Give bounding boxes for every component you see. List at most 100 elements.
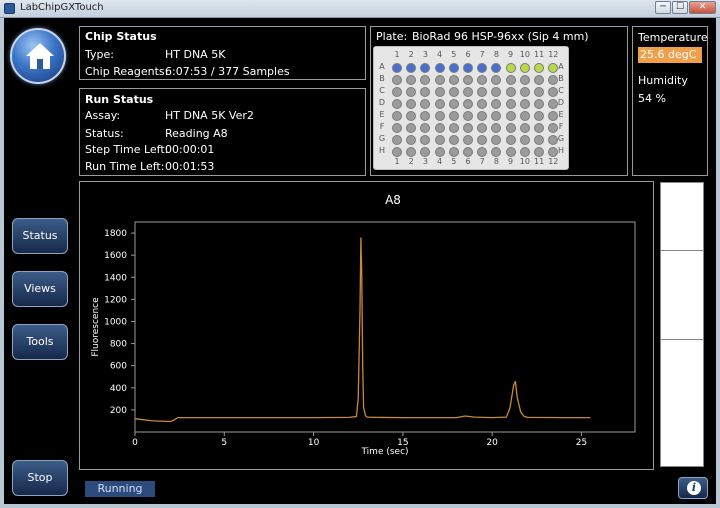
plate-well[interactable]: [463, 111, 473, 121]
plate-well[interactable]: [406, 63, 417, 73]
plate-well[interactable]: [519, 123, 530, 133]
plate-well[interactable]: [505, 123, 516, 133]
plate-well[interactable]: [534, 123, 544, 133]
plate-well[interactable]: [434, 147, 445, 157]
plate-well[interactable]: [505, 99, 516, 109]
plate-well[interactable]: [463, 63, 473, 73]
plate-well[interactable]: [534, 75, 544, 85]
plate-well[interactable]: [448, 123, 459, 133]
plate-well[interactable]: [420, 147, 431, 157]
plate-well[interactable]: [548, 75, 559, 85]
plate-well[interactable]: [463, 87, 473, 97]
plate-well[interactable]: [434, 111, 445, 121]
plate-well[interactable]: [548, 147, 559, 157]
plate-well[interactable]: [434, 75, 445, 85]
plate-well[interactable]: [420, 111, 431, 121]
plate-well[interactable]: [420, 123, 431, 133]
plate-well[interactable]: [420, 87, 431, 97]
plate-well[interactable]: [505, 63, 516, 73]
home-button[interactable]: [10, 28, 66, 84]
plate-well[interactable]: [477, 135, 488, 145]
info-button[interactable]: i: [678, 477, 708, 499]
plate-well[interactable]: [534, 135, 544, 145]
plate-well[interactable]: [448, 63, 459, 73]
plate-well[interactable]: [448, 87, 459, 97]
plate-well[interactable]: [491, 135, 502, 145]
plate-well[interactable]: [434, 99, 445, 109]
status-button[interactable]: Status: [12, 218, 68, 254]
plate-well[interactable]: [477, 63, 488, 73]
plate-well[interactable]: [505, 111, 516, 121]
plate-well[interactable]: [477, 75, 488, 85]
plate-well[interactable]: [505, 135, 516, 145]
plate-well[interactable]: [477, 147, 488, 157]
plate-well[interactable]: [519, 63, 530, 73]
plate-well[interactable]: [534, 87, 544, 97]
plate-well[interactable]: [434, 63, 445, 73]
plate-well[interactable]: [491, 123, 502, 133]
plate-well[interactable]: [548, 135, 559, 145]
plate-well[interactable]: [534, 63, 544, 73]
plate-well[interactable]: [448, 99, 459, 109]
plate-well[interactable]: [420, 135, 431, 145]
plate-well[interactable]: [392, 111, 402, 121]
plate-well[interactable]: [420, 99, 431, 109]
plate-well[interactable]: [406, 135, 417, 145]
plate-well[interactable]: [505, 147, 516, 157]
plate-well[interactable]: [463, 147, 473, 157]
plate-well[interactable]: [477, 123, 488, 133]
plate-well[interactable]: [505, 75, 516, 85]
views-button[interactable]: Views: [12, 271, 68, 307]
plate-well[interactable]: [392, 99, 402, 109]
plate-well[interactable]: [463, 135, 473, 145]
plate-well[interactable]: [491, 99, 502, 109]
stop-button[interactable]: Stop: [12, 460, 68, 496]
plate-well[interactable]: [392, 63, 402, 73]
plate-well[interactable]: [477, 87, 488, 97]
plate-well[interactable]: [491, 87, 502, 97]
plate-well[interactable]: [392, 135, 402, 145]
plate-well[interactable]: [519, 99, 530, 109]
minimize-button[interactable]: ─: [655, 1, 671, 14]
plate-well[interactable]: [406, 75, 417, 85]
plate-well[interactable]: [420, 63, 431, 73]
plate-well[interactable]: [477, 99, 488, 109]
plate-well[interactable]: [477, 111, 488, 121]
plate-well[interactable]: [392, 75, 402, 85]
plate-well[interactable]: [548, 111, 559, 121]
plate-well[interactable]: [534, 99, 544, 109]
plate-well[interactable]: [519, 87, 530, 97]
plate-well[interactable]: [406, 111, 417, 121]
plate-well[interactable]: [392, 147, 402, 157]
plate-well[interactable]: [548, 123, 559, 133]
plate-well[interactable]: [406, 123, 417, 133]
plate-well[interactable]: [491, 75, 502, 85]
plate-well[interactable]: [519, 111, 530, 121]
plate-well[interactable]: [463, 123, 473, 133]
plate-well[interactable]: [519, 75, 530, 85]
well-plate[interactable]: 1 1 2 2 3 3 4 4 5 5 6 6 7 7 8 8 9 9 10 10 11 11 12 12 A A B B C C D D E E…: [373, 46, 569, 170]
plate-well[interactable]: [519, 135, 530, 145]
plate-well[interactable]: [392, 123, 402, 133]
plate-well[interactable]: [448, 135, 459, 145]
plate-well[interactable]: [548, 99, 559, 109]
plate-well[interactable]: [463, 99, 473, 109]
plate-well[interactable]: [434, 87, 445, 97]
tools-button[interactable]: Tools: [12, 324, 68, 360]
plate-well[interactable]: [448, 147, 459, 157]
plate-well[interactable]: [406, 147, 417, 157]
plate-well[interactable]: [491, 63, 502, 73]
plate-well[interactable]: [406, 99, 417, 109]
plate-well[interactable]: [434, 135, 445, 145]
plate-well[interactable]: [448, 111, 459, 121]
plate-well[interactable]: [505, 87, 516, 97]
plate-well[interactable]: [420, 75, 431, 85]
plate-well[interactable]: [406, 87, 417, 97]
plate-well[interactable]: [491, 147, 502, 157]
plate-well[interactable]: [548, 63, 559, 73]
plate-well[interactable]: [434, 123, 445, 133]
plate-well[interactable]: [448, 75, 459, 85]
plate-well[interactable]: [519, 147, 530, 157]
plate-well[interactable]: [491, 111, 502, 121]
plate-well[interactable]: [534, 111, 544, 121]
